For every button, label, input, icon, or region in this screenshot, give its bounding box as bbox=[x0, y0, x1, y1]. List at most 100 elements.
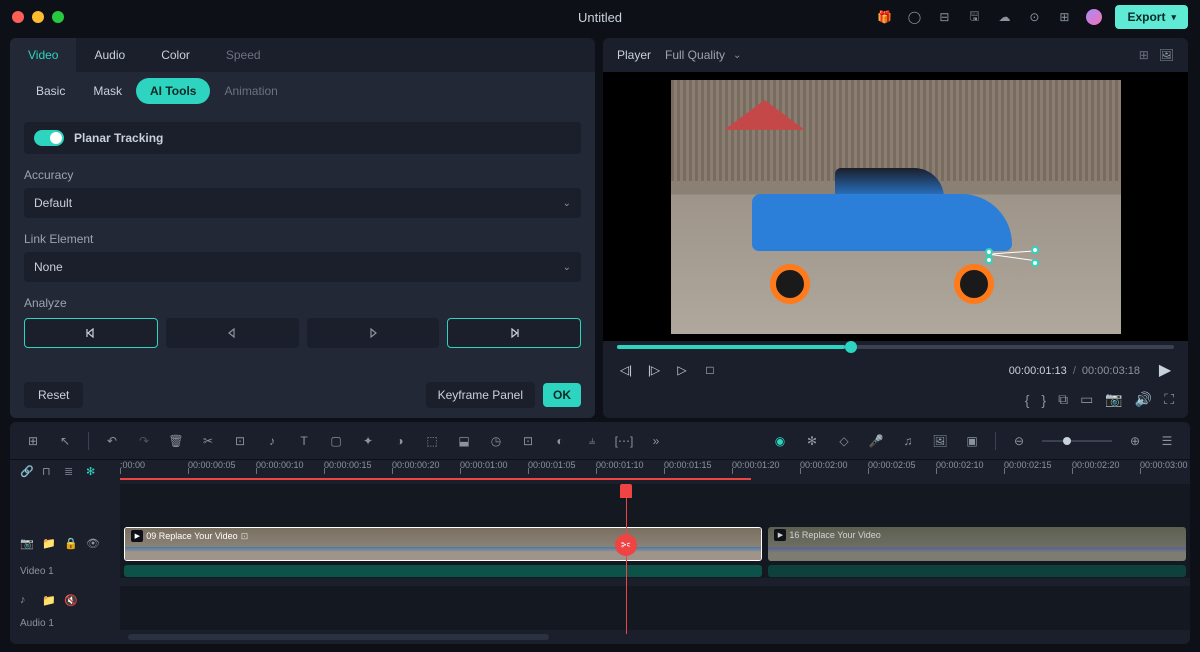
layout-icon[interactable]: ⊞ bbox=[24, 432, 42, 450]
prev-frame-button[interactable]: ◁| bbox=[617, 361, 635, 379]
accuracy-select[interactable]: Default⌄ bbox=[24, 188, 581, 218]
audio-inline-1[interactable] bbox=[124, 565, 762, 577]
folder-icon[interactable]: 📁 bbox=[42, 594, 56, 608]
cut-icon[interactable]: ✂ bbox=[199, 432, 217, 450]
preview-viewport[interactable] bbox=[603, 72, 1188, 341]
redo-icon[interactable]: ↷ bbox=[135, 432, 153, 450]
reset-button[interactable]: Reset bbox=[24, 382, 83, 408]
apps-icon[interactable]: ⊞ bbox=[1055, 8, 1073, 26]
color-icon[interactable]: ◐ bbox=[551, 432, 569, 450]
analyze-back-button[interactable] bbox=[166, 318, 298, 348]
fullscreen-button[interactable]: ▶ bbox=[1156, 361, 1174, 379]
replace-icon[interactable]: ⬓ bbox=[455, 432, 473, 450]
audio-icon[interactable]: ♫ bbox=[899, 432, 917, 450]
zoom-in-icon[interactable]: ⊕ bbox=[1126, 432, 1144, 450]
split-button[interactable]: ✂ bbox=[615, 534, 637, 556]
gear-icon[interactable]: ✻ bbox=[803, 432, 821, 450]
snapshot-icon[interactable]: 📷 bbox=[1105, 391, 1122, 408]
video-clip-1[interactable]: ▶09 Replace Your Video ⊡ bbox=[124, 527, 762, 561]
snap-icon[interactable]: ≣ bbox=[64, 465, 78, 479]
play-button[interactable]: |▷ bbox=[645, 361, 663, 379]
volume-icon[interactable]: 🔊 bbox=[1135, 391, 1152, 408]
folder-icon[interactable]: 📁 bbox=[42, 537, 56, 551]
timer-icon[interactable]: ◷ bbox=[487, 432, 505, 450]
render-icon[interactable]: ▣ bbox=[963, 432, 981, 450]
gift-icon[interactable]: 🎁 bbox=[875, 8, 893, 26]
close-window-icon[interactable] bbox=[12, 11, 24, 23]
header-actions: 🎁 ◯ ⊟ 🖫 ☁ ⊙ ⊞ Export▾ bbox=[875, 5, 1188, 29]
player-extra-controls: { } ⧉ ▭ 📷 🔊 ⛶ bbox=[603, 391, 1188, 418]
zoom-out-icon[interactable]: ⊖ bbox=[1010, 432, 1028, 450]
eye-icon[interactable]: 👁 bbox=[86, 537, 100, 551]
grid-view-icon[interactable]: ⊞ bbox=[1139, 48, 1149, 62]
music-icon[interactable]: ♪ bbox=[263, 432, 281, 450]
ok-button[interactable]: OK bbox=[543, 383, 581, 407]
analyze-step-forward-button[interactable] bbox=[447, 318, 581, 348]
image-icon[interactable]: 🖼 bbox=[1159, 48, 1174, 62]
subtab-animation[interactable]: Animation bbox=[210, 78, 291, 104]
list-icon[interactable]: ☰ bbox=[1158, 432, 1176, 450]
delete-icon[interactable]: 🗑 bbox=[167, 432, 185, 450]
shape-icon[interactable]: ▢ bbox=[327, 432, 345, 450]
horizontal-scrollbar[interactable] bbox=[128, 634, 549, 640]
analyze-forward-button[interactable] bbox=[307, 318, 439, 348]
cloud-icon[interactable]: ☁ bbox=[995, 8, 1013, 26]
tab-color[interactable]: Color bbox=[143, 38, 208, 72]
scrub-bar[interactable] bbox=[603, 341, 1188, 353]
time-ruler[interactable]: :00:00 00:00:00:05 00:00:00:10 00:00:00:… bbox=[120, 460, 1190, 484]
image-icon[interactable]: 🖼 bbox=[931, 432, 949, 450]
save-icon[interactable]: 🖫 bbox=[965, 8, 983, 26]
focus-icon[interactable]: ⊡ bbox=[519, 432, 537, 450]
brace-open-icon[interactable]: { bbox=[1025, 392, 1030, 408]
player-tab-label: Player bbox=[617, 48, 651, 62]
lock-icon[interactable]: 🔒 bbox=[64, 537, 78, 551]
effects-icon[interactable]: ✦ bbox=[359, 432, 377, 450]
mic-icon[interactable]: 🎤 bbox=[867, 432, 885, 450]
text-icon[interactable]: T bbox=[295, 432, 313, 450]
mosaic-icon[interactable]: ⬚ bbox=[423, 432, 441, 450]
subtab-basic[interactable]: Basic bbox=[22, 78, 79, 104]
camera-icon[interactable]: 📷 bbox=[20, 537, 34, 551]
monitor-icon[interactable]: ⊟ bbox=[935, 8, 953, 26]
adjust-icon[interactable]: ⫨ bbox=[583, 432, 601, 450]
shield-icon[interactable]: ◇ bbox=[835, 432, 853, 450]
marker-icon[interactable]: [⋯] bbox=[615, 432, 633, 450]
export-button[interactable]: Export▾ bbox=[1115, 5, 1188, 29]
transition-icon[interactable]: ◑ bbox=[391, 432, 409, 450]
planar-tracking-toggle[interactable] bbox=[34, 130, 64, 146]
overlay-icon[interactable]: ▭ bbox=[1080, 391, 1093, 408]
quality-select[interactable]: Full Quality⌄ bbox=[665, 48, 741, 62]
keyframe-panel-button[interactable]: Keyframe Panel bbox=[426, 382, 535, 408]
video-clip-2[interactable]: ▶16 Replace Your Video bbox=[768, 527, 1185, 561]
expand-icon[interactable]: ⛶ bbox=[1164, 391, 1174, 408]
headphones-icon[interactable]: ⊙ bbox=[1025, 8, 1043, 26]
brace-close-icon[interactable]: } bbox=[1041, 392, 1046, 408]
user-avatar[interactable] bbox=[1085, 8, 1103, 26]
ai-icon[interactable]: ◉ bbox=[771, 432, 789, 450]
next-frame-button[interactable]: ▷ bbox=[673, 361, 691, 379]
pointer-icon[interactable]: ↖ bbox=[56, 432, 74, 450]
minimize-window-icon[interactable] bbox=[32, 11, 44, 23]
audio-inline-2[interactable] bbox=[768, 565, 1185, 577]
tab-video[interactable]: Video bbox=[10, 38, 76, 72]
undo-icon[interactable]: ↶ bbox=[103, 432, 121, 450]
link-element-select[interactable]: None⌄ bbox=[24, 252, 581, 282]
crop-icon[interactable]: ⊡ bbox=[231, 432, 249, 450]
magnet-icon[interactable]: ⊓ bbox=[42, 465, 56, 479]
auto-icon[interactable]: ✻ bbox=[86, 465, 100, 479]
tracking-overlay[interactable] bbox=[985, 242, 1040, 262]
link-icon[interactable]: 🔗 bbox=[20, 465, 34, 479]
stop-button[interactable]: □ bbox=[701, 361, 719, 379]
music-track-icon[interactable]: ♪ bbox=[20, 594, 34, 608]
subtab-mask[interactable]: Mask bbox=[79, 78, 136, 104]
zoom-slider[interactable] bbox=[1042, 440, 1112, 442]
compare-icon[interactable]: ⧉ bbox=[1058, 391, 1068, 408]
record-icon[interactable]: ◯ bbox=[905, 8, 923, 26]
analyze-step-back-button[interactable] bbox=[24, 318, 158, 348]
tab-audio[interactable]: Audio bbox=[76, 38, 143, 72]
tab-speed[interactable]: Speed bbox=[208, 38, 279, 72]
maximize-window-icon[interactable] bbox=[52, 11, 64, 23]
subtab-aitools[interactable]: AI Tools bbox=[136, 78, 210, 104]
more-icon[interactable]: » bbox=[647, 432, 665, 450]
mute-icon[interactable]: 🔇 bbox=[64, 594, 78, 608]
